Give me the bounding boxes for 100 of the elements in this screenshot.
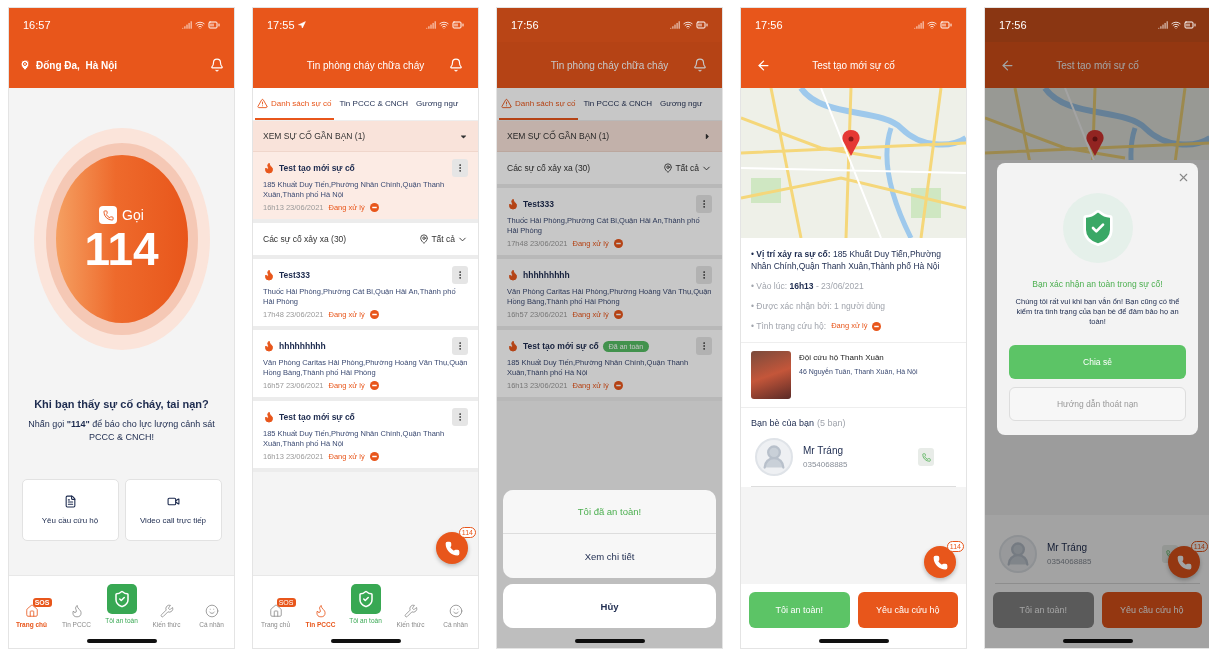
incident-title: Test tạo mới sự cố: [279, 412, 355, 422]
header-title: Tin phòng cháy chữa cháy: [549, 59, 670, 71]
location-pin-icon: [663, 163, 674, 173]
sheet-option[interactable]: Xem chi tiết: [503, 534, 716, 578]
more-button[interactable]: [696, 195, 712, 213]
notification-button[interactable]: [210, 58, 224, 72]
signal-icon: [182, 20, 192, 30]
rescue-request-button[interactable]: Yêu cầu cứu hộ: [857, 592, 958, 628]
warning-icon: [501, 97, 512, 109]
call-button[interactable]: [918, 448, 934, 466]
document-icon: [63, 495, 77, 509]
action-button[interactable]: Video call trực tiếp: [124, 479, 222, 542]
prompt-text: Nhấn gọi "114" để báo cho lực lượng cảnh sát PCCC & CNCH!: [28, 419, 215, 442]
close-icon: [1177, 171, 1190, 184]
tools-icon: [403, 604, 418, 618]
location-label: Đống Đa, Hà Nội: [36, 59, 118, 71]
section-title: XEM SỰ CỐ GẦN BẠN (1): [507, 131, 610, 141]
status-time: 17:56: [999, 19, 1027, 31]
minus-circle-icon: [613, 310, 623, 319]
status-time: 17:55: [267, 19, 295, 31]
phone-icon: [921, 452, 931, 462]
signal-icon: [426, 20, 436, 30]
action-button[interactable]: Yêu cầu cứu hộ: [21, 479, 119, 542]
header-title: Test tạo mới sự cố: [1055, 59, 1140, 71]
rescue-request-button[interactable]: Yêu cầu cứu hộ: [1101, 592, 1202, 628]
wifi-icon: [927, 20, 937, 30]
detail-text: • Vào lúc: 16h13 - 23/06/2021: [751, 280, 864, 292]
minus-circle-icon: [613, 239, 623, 248]
wifi-icon: [195, 20, 205, 30]
more-button[interactable]: [452, 266, 468, 284]
filter-dropdown[interactable]: Tất cả: [663, 162, 712, 174]
wifi-icon: [683, 20, 693, 30]
wifi-icon: [439, 20, 449, 30]
home-indicator: [86, 639, 157, 643]
home-indicator: [330, 639, 401, 643]
battery-icon: [940, 19, 952, 31]
flame-icon: [69, 604, 84, 618]
home-indicator: [818, 639, 889, 643]
bell-icon: [210, 58, 224, 72]
more-button[interactable]: [696, 337, 712, 355]
filter-label: Các sự cố xảy xa (30): [263, 234, 347, 244]
battery-icon: [1184, 19, 1196, 31]
battery-icon: [696, 19, 708, 31]
flame-icon: [263, 411, 275, 423]
header-title: Tin phòng cháy chữa cháy: [305, 59, 426, 71]
incident-title: Test333: [279, 270, 311, 280]
more-button[interactable]: [452, 159, 468, 177]
prompt-title: Khi bạn thấy sự cố cháy, tai nạn?: [34, 398, 209, 410]
safe-button[interactable]: Tôi an toàn!: [749, 592, 850, 628]
phone-icon: [444, 540, 460, 556]
status-time: 17:56: [755, 19, 783, 31]
shield-icon: [356, 590, 375, 608]
flame-icon: [263, 269, 275, 281]
flame-icon: [507, 269, 519, 281]
tab[interactable]: Tin PCCC & CNCH: [581, 88, 655, 120]
back-arrow-icon: [999, 57, 1015, 73]
minus-circle-icon: [369, 381, 379, 390]
incident-title: Test333: [523, 199, 555, 209]
tab[interactable]: Gương ngư: [658, 88, 705, 120]
section-title: XEM SỰ CỐ GẦN BẠN (1): [263, 131, 366, 141]
sheet-option[interactable]: Tôi đã an toàn!: [503, 490, 716, 534]
nearby-section-header[interactable]: XEM SỰ CỐ GẦN BẠN (1): [497, 121, 722, 152]
incident-title: Test tạo mới sự cố: [279, 163, 355, 173]
tools-icon: [159, 604, 174, 618]
escape-guide-button[interactable]: Hướng dẫn thoát nạn: [1009, 387, 1186, 421]
minus-circle-icon: [872, 321, 882, 331]
smiley-icon: [204, 604, 219, 618]
incident-title: hhhhhhhhh: [523, 270, 570, 280]
more-button[interactable]: [452, 408, 468, 426]
status-time: 16:57: [23, 19, 51, 31]
rescue-team-name: Đội cứu hộ Thanh Xuân: [799, 353, 885, 362]
home-icon: [268, 604, 283, 618]
wifi-icon: [1171, 20, 1181, 30]
signal-icon: [1158, 20, 1168, 30]
share-button[interactable]: Chia sẻ: [1009, 345, 1186, 379]
close-button[interactable]: [1177, 171, 1190, 184]
detail-text: • Vị trí xảy ra sự cố: 185 Khuất Duy Tiến,Phường Nhân Chính,Quận Thanh Xuân,Thành phố Hà Nội: [751, 248, 943, 272]
home-indicator: [574, 639, 645, 643]
location-pin-icon: [419, 234, 430, 244]
minus-circle-icon: [369, 203, 379, 212]
nearby-section-header[interactable]: XEM SỰ CỐ GẦN BẠN (1): [253, 121, 478, 152]
cancel-button[interactable]: Hủy: [503, 584, 716, 628]
minus-circle-icon: [613, 381, 623, 390]
battery-icon: [452, 19, 464, 31]
call-button[interactable]: Gọi 114: [55, 155, 188, 323]
more-button[interactable]: [696, 266, 712, 284]
flame-icon: [263, 162, 275, 174]
friend-name: Mr Tráng: [1047, 542, 1088, 553]
detail-text: • Được xác nhận bởi: 1 người dùng: [751, 300, 886, 312]
battery-icon: [208, 19, 220, 31]
detail-text: • Tình trạng cứu hộ:: [751, 320, 827, 332]
friend-name: Mr Tráng: [803, 445, 844, 456]
tab[interactable]: Tin PCCC & CNCH: [337, 88, 411, 120]
signal-icon: [670, 20, 680, 30]
friends-title: Bạn bè của bạn: [751, 418, 815, 428]
more-button[interactable]: [452, 337, 468, 355]
filter-dropdown[interactable]: Tất cả: [419, 233, 468, 245]
home-icon: [24, 604, 39, 618]
tab[interactable]: Gương ngư: [414, 88, 461, 120]
minus-circle-icon: [369, 452, 379, 461]
